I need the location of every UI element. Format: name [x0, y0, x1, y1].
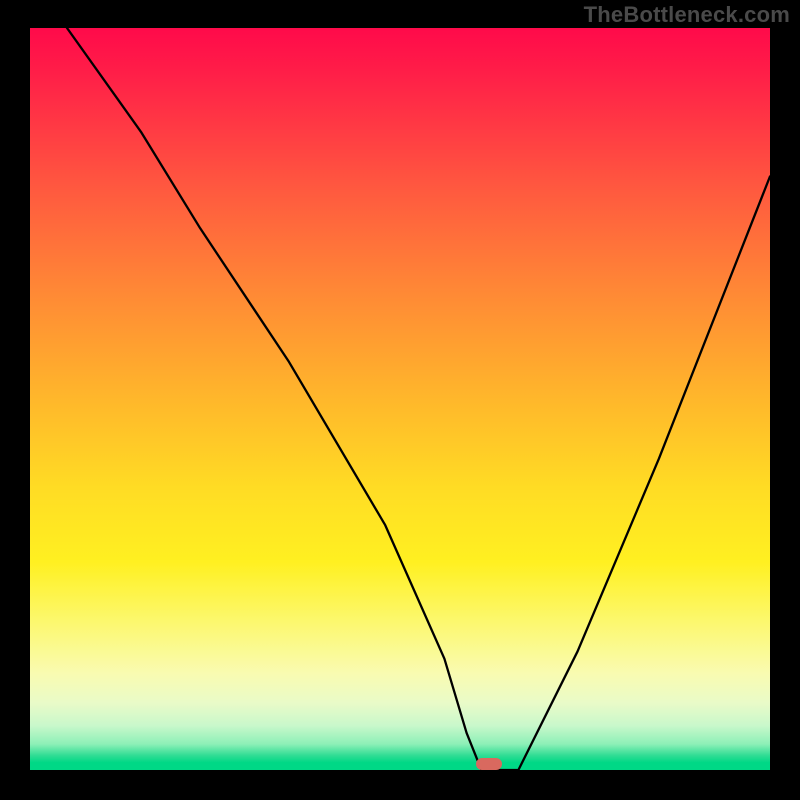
bottleneck-curve: [67, 28, 770, 770]
watermark-text: TheBottleneck.com: [584, 2, 790, 28]
chart-frame: TheBottleneck.com: [0, 0, 800, 800]
optimal-marker: [476, 758, 502, 770]
curve-svg: [30, 28, 770, 770]
plot-area: [30, 28, 770, 770]
